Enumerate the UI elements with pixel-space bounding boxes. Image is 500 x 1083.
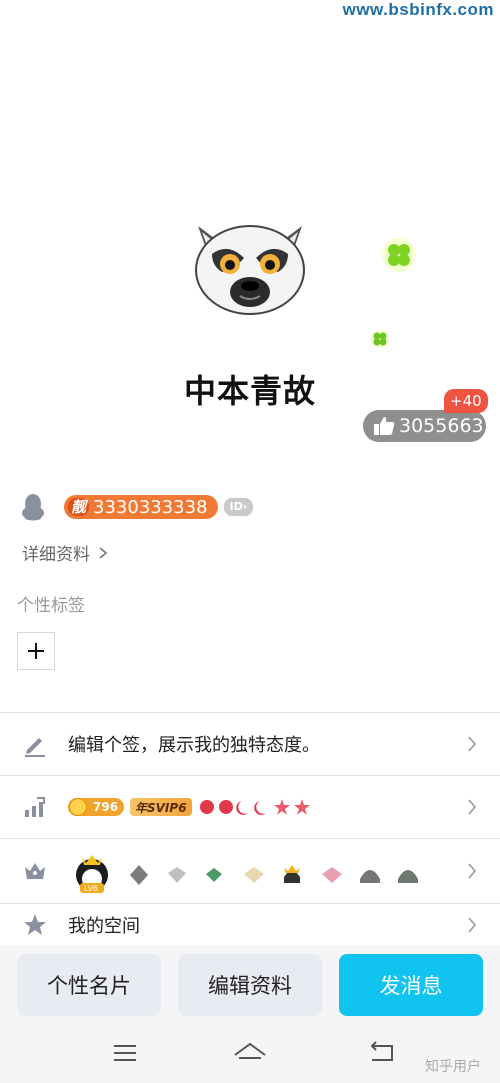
site-watermark: www.bsbinfx.com	[342, 0, 494, 19]
qq-number-row[interactable]: 靓 3330333338 ID›	[20, 490, 254, 524]
menu-icon[interactable]	[112, 1040, 138, 1066]
back-icon[interactable]	[368, 1040, 396, 1066]
profile-card-button[interactable]: 个性名片	[17, 954, 161, 1016]
pretty-number-tag: 靓	[68, 498, 90, 516]
id-tag[interactable]: ID›	[223, 498, 254, 516]
chevron-right-icon	[468, 917, 477, 933]
edit-profile-button[interactable]: 编辑资料	[178, 954, 322, 1016]
star-space-icon	[24, 914, 46, 935]
level-stars-icon	[199, 799, 310, 815]
qq-number-pill[interactable]: 靓 3330333338	[64, 495, 218, 519]
medals-row[interactable]: LV6	[0, 839, 500, 903]
thumbs-up-icon	[374, 417, 395, 435]
svg-text:LV6: LV6	[84, 884, 98, 893]
signature-prompt: 编辑个签，展示我的独特态度。	[68, 735, 320, 756]
svip-badge: 年SVIP6	[130, 798, 192, 816]
add-tag-button[interactable]	[17, 632, 55, 670]
avatar[interactable]	[188, 214, 312, 318]
penguin-icon	[22, 494, 44, 521]
detail-profile-link[interactable]: 详细资料	[22, 540, 110, 565]
medal-icons: LV6	[76, 855, 418, 893]
space-label: 我的空间	[68, 916, 140, 937]
sun-coin-icon	[69, 798, 87, 816]
crown-icon	[25, 863, 45, 879]
level-chart-icon	[25, 797, 45, 817]
clover-small-icon	[371, 330, 389, 348]
chevron-right-icon	[468, 799, 477, 815]
home-icon[interactable]	[233, 1040, 267, 1066]
nickname: 中本青故	[183, 372, 316, 410]
tags-title: 个性标签	[17, 596, 85, 616]
like-button[interactable]: 3055663	[363, 410, 486, 442]
level-row[interactable]: 796 年SVIP6	[0, 776, 500, 838]
likes-count: 3055663	[399, 415, 484, 437]
detail-profile-label: 详细资料	[22, 545, 90, 565]
plus-icon	[28, 643, 44, 659]
signature-row[interactable]: 编辑个签，展示我的独特态度。	[0, 713, 500, 775]
likes-increment-badge: +40	[444, 389, 488, 413]
edit-pen-icon	[25, 738, 45, 757]
send-message-button[interactable]: 发消息	[339, 954, 483, 1016]
space-row[interactable]: 我的空间	[0, 904, 500, 946]
chevron-right-icon	[468, 863, 477, 879]
clover-sparkle-icon	[382, 238, 416, 272]
level-pill: 796	[68, 798, 124, 816]
chevron-right-icon	[468, 736, 477, 752]
zhihu-watermark: 知乎用户	[425, 1059, 481, 1075]
qq-number: 3330333338	[93, 496, 208, 518]
level-badges: 796 年SVIP6	[68, 798, 314, 816]
chevron-right-icon	[99, 546, 108, 559]
